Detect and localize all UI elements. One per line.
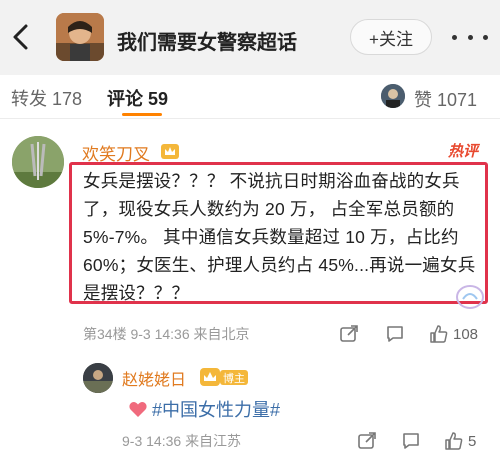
tab-likes-count: 1071: [437, 90, 478, 110]
tab-comments-count: 59: [148, 89, 169, 109]
replier-avatar[interactable]: [83, 363, 113, 393]
reply-text: #中国女性力量#: [128, 396, 280, 422]
reply-share-button[interactable]: [357, 429, 377, 453]
liker-avatar: [381, 84, 405, 108]
tab-likes-label: 赞: [414, 90, 432, 110]
watermark-icon: [456, 285, 484, 309]
comment-like-count: 108: [453, 325, 479, 343]
blogger-badge: 博主: [200, 368, 248, 386]
tab-comments-label: 评论: [107, 89, 143, 109]
blogger-badge-label: 博主: [223, 372, 245, 385]
chevron-left-icon: [13, 24, 28, 50]
reply-time: 9-3 14:36: [122, 433, 182, 449]
commenter-name[interactable]: 欢笑刀叉: [82, 140, 150, 165]
tab-likes[interactable]: 赞 1071: [414, 86, 477, 112]
top-bar: 我们需要女警察超话 +关注: [0, 0, 500, 75]
reply-like-button[interactable]: 5: [444, 429, 476, 453]
comment-floor: 第34楼: [83, 326, 127, 342]
reply-reply-button[interactable]: [401, 429, 421, 453]
comment-location: 来自北京: [193, 326, 250, 342]
tab-comments[interactable]: 评论 59: [107, 85, 168, 111]
tab-repost-count: 178: [52, 89, 83, 109]
page-title: 我们需要女警察超话: [117, 32, 297, 54]
commenter-avatar[interactable]: [12, 136, 64, 188]
reply-location: 来自江苏: [185, 433, 242, 449]
reply-like-count: 5: [468, 432, 477, 450]
thumbs-up-icon: [430, 325, 448, 343]
more-dots-icon: [452, 34, 457, 40]
tab-repost[interactable]: 转发 178: [11, 85, 82, 111]
share-icon: [358, 432, 376, 449]
comment-icon: [387, 326, 403, 342]
comment-text: 女兵是摆设？？？ 不说抗日时期浴血奋战的女兵了，现役女兵人数约为 20 万， 占…: [83, 171, 476, 303]
comment-like-button[interactable]: 108: [429, 322, 478, 346]
share-button[interactable]: [339, 322, 359, 346]
thumbs-up-icon: [445, 432, 463, 450]
back-button[interactable]: [8, 22, 34, 52]
share-icon: [340, 325, 358, 342]
tab-repost-label: 转发: [11, 89, 47, 109]
heart-icon: [129, 402, 147, 417]
active-tab-indicator: [122, 113, 162, 116]
hot-comment-badge: 热评: [448, 143, 479, 160]
comment-meta: 第34楼 9-3 14:36 来自北京: [83, 324, 250, 344]
group-avatar[interactable]: [56, 13, 104, 61]
replier-name[interactable]: 赵姥姥日: [122, 366, 186, 390]
reply-meta: 9-3 14:36 来自江苏: [122, 431, 241, 451]
topic-link[interactable]: #中国女性力量#: [152, 396, 280, 422]
comment-icon: [403, 433, 419, 449]
crown-badge-icon: [161, 144, 179, 159]
follow-button[interactable]: +关注: [350, 19, 432, 55]
reply-button[interactable]: [385, 322, 405, 346]
more-button[interactable]: [452, 27, 488, 47]
comment-time: 9-3 14:36: [130, 326, 190, 342]
